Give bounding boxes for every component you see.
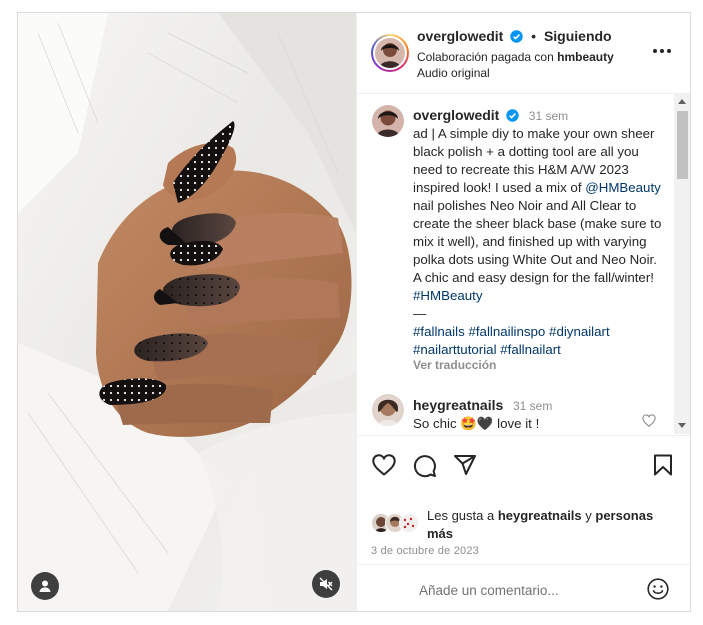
scroll-thumb[interactable] (677, 111, 688, 179)
following-button[interactable]: Siguiendo (544, 28, 612, 44)
hashtag-link[interactable]: #fallnailart (500, 342, 561, 357)
see-translation-link[interactable]: Ver traducción (413, 358, 496, 372)
verified-badge-icon (506, 109, 519, 122)
black-heart-emoji: 🖤 (476, 416, 494, 431)
smiley-icon[interactable] (647, 578, 669, 600)
liker-username[interactable]: heygreatnails (498, 508, 582, 523)
user-tag-button[interactable] (31, 572, 59, 600)
verified-badge-icon (510, 30, 523, 43)
paid-partnership-prefix: Colaboración pagada con (417, 50, 558, 64)
post-details-panel: overglowedit • Siguiendo Colaboración pa… (356, 13, 690, 611)
comments-scrollbar[interactable] (674, 94, 690, 434)
post-header: overglowedit • Siguiendo Colaboración pa… (357, 13, 690, 94)
likes-suffix: y (581, 508, 596, 523)
commenter-avatar[interactable] (372, 394, 404, 426)
comment-text: So chic (413, 416, 457, 431)
speaker-muted-icon (319, 577, 333, 591)
mute-button[interactable] (312, 570, 340, 598)
add-comment-bar (357, 564, 690, 611)
comment-time[interactable]: 31 sem (513, 399, 552, 413)
comment-icon[interactable] (413, 454, 437, 478)
user-tag-icon (39, 580, 51, 592)
post-caption: overglowedit 31 sem ad | A simple diy to… (413, 106, 665, 359)
instagram-post: overglowedit • Siguiendo Colaboración pa… (17, 12, 691, 612)
likes-text: Les gusta a heygreatnails y personas más (427, 507, 667, 543)
caption-time[interactable]: 31 sem (529, 109, 568, 123)
caption-text-2: nail polishes Neo Noir and All Clear to … (413, 198, 662, 285)
paper-plane-icon[interactable] (453, 454, 477, 476)
post-actions: Les gusta a heygreatnails y personas más… (357, 435, 690, 611)
hashtag-link[interactable]: #fallnailinspo (468, 324, 545, 339)
comment-like-icon[interactable] (642, 414, 656, 427)
separator-dot: • (531, 28, 537, 44)
post-date[interactable]: 3 de octubre de 2023 (371, 545, 479, 557)
mention-link[interactable]: @HMBeauty (585, 180, 661, 195)
nail-photo (18, 13, 356, 611)
scroll-up-arrow-icon[interactable] (678, 99, 686, 104)
hashtag-link[interactable]: #fallnails (413, 324, 465, 339)
caption-author-avatar[interactable] (372, 105, 404, 137)
partner-link[interactable]: hmbeauty (557, 50, 614, 64)
comments-section: overglowedit 31 sem ad | A simple diy to… (357, 94, 690, 434)
comment-text-after: love it ! (497, 416, 540, 431)
hashtag-link[interactable]: #nailarttutorial (413, 342, 497, 357)
commenter-username[interactable]: heygreatnails (413, 397, 503, 413)
audio-label[interactable]: Audio original (417, 66, 490, 80)
likes-prefix: Les gusta a (427, 508, 498, 523)
more-options-icon[interactable] (653, 44, 673, 58)
hashtag-link[interactable]: #diynailart (549, 324, 610, 339)
caption-username[interactable]: overglowedit (413, 107, 499, 123)
comment-input[interactable] (417, 579, 631, 601)
heart-icon[interactable] (372, 454, 396, 476)
bookmark-icon[interactable] (653, 454, 673, 476)
author-username[interactable]: overglowedit (417, 28, 503, 44)
star-eyes-emoji: 🤩 (460, 416, 477, 431)
hashtag-link[interactable]: #HMBeauty (413, 288, 482, 303)
paid-partnership-label: Colaboración pagada con hmbeauty (417, 50, 614, 64)
comment-item: heygreatnails 31 sem So chic 🤩🖤 love it … (413, 396, 643, 433)
scroll-down-arrow-icon[interactable] (678, 423, 686, 428)
post-media[interactable] (18, 13, 356, 611)
liker-avatars[interactable] (371, 513, 423, 533)
author-avatar[interactable] (371, 34, 409, 72)
caption-dash: — (413, 306, 427, 321)
